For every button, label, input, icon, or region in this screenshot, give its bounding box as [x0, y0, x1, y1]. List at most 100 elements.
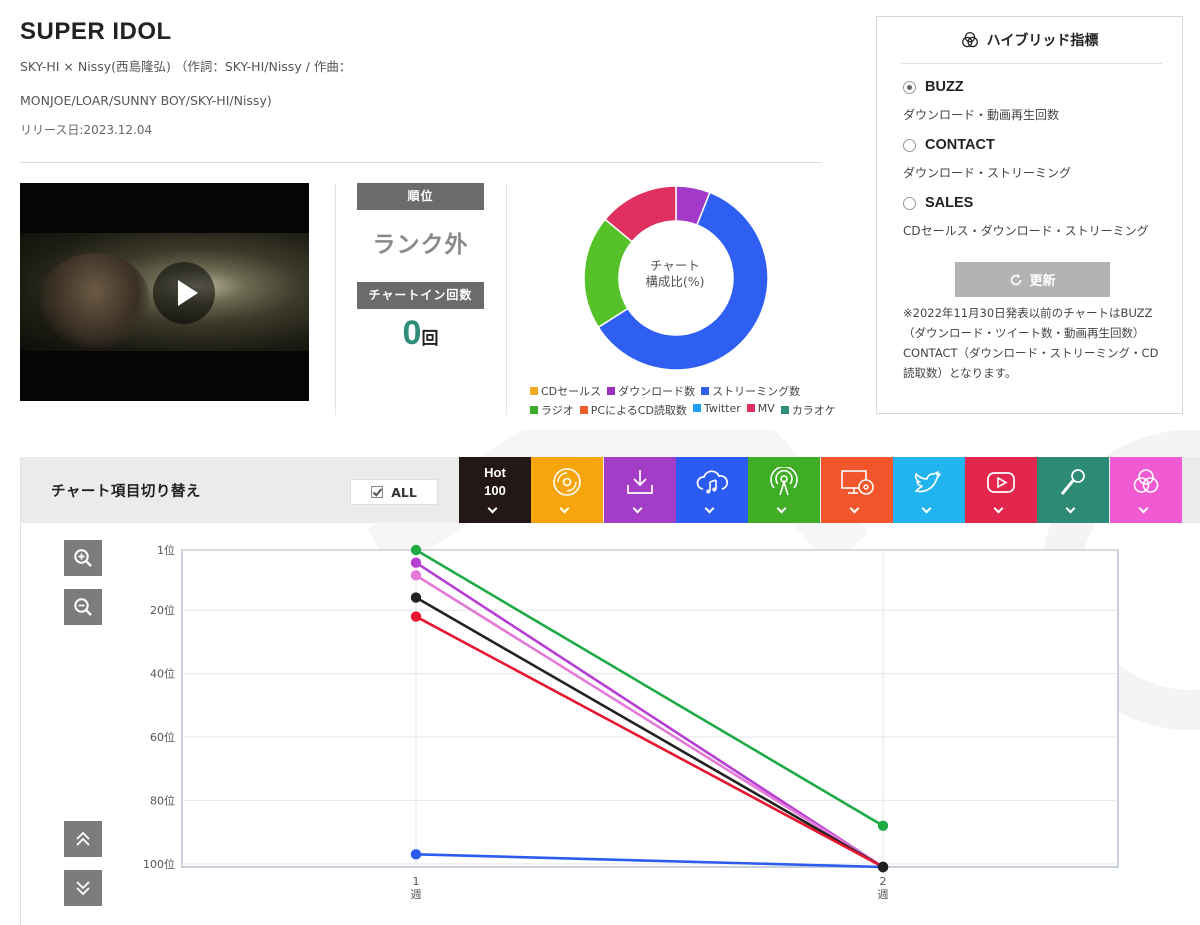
legend-swatch	[701, 387, 710, 395]
scroll-down-button[interactable]	[64, 870, 102, 906]
legend-item: Twitter	[692, 402, 741, 418]
chevron-down-icon	[776, 503, 787, 514]
microphone-icon	[1060, 469, 1085, 495]
update-button[interactable]: 更新	[955, 262, 1110, 297]
zoom-out-button[interactable]	[64, 589, 102, 625]
radio-sales-description: CDセールス・ダウンロード・ストリーミング	[903, 224, 1149, 238]
chart-tab-streaming[interactable]	[676, 457, 748, 523]
chart-in-count-unit: 回	[421, 329, 439, 349]
y-tick-label: 40位	[150, 667, 175, 681]
double-chevron-up-icon	[76, 831, 90, 846]
update-button-label: 更新	[1029, 274, 1056, 289]
radio-sales[interactable]: SALES	[903, 195, 973, 211]
series-point[interactable]	[410, 611, 422, 622]
legend-item: CDセールス	[530, 383, 601, 399]
scroll-up-button[interactable]	[64, 821, 102, 857]
radio-contact-indicator[interactable]	[903, 138, 916, 152]
chart-tab-cd[interactable]	[531, 457, 603, 523]
radio-sales-label: SALES	[925, 195, 974, 211]
radio-buzz-description: ダウンロード・動画再生回数	[903, 108, 1060, 122]
column-divider	[335, 183, 336, 415]
donut-legend-row: CDセールス ダウンロード数 ストリーミング数	[530, 383, 850, 399]
video-player[interactable]	[20, 183, 309, 401]
y-tick-label: 60位	[150, 730, 175, 744]
chevron-down-icon	[632, 503, 643, 514]
cloud-music-icon	[696, 470, 728, 494]
plot-area	[181, 549, 1119, 868]
release-date: リリース日:2023.12.04	[20, 123, 153, 137]
rank-line-chart: 1位 20位 40位 60位 80位 100位 1 週 2 週	[143, 543, 1119, 901]
chart-tab-hybrid[interactable]	[1110, 457, 1182, 523]
tab-hot100-label: Hot	[484, 465, 506, 480]
legend-item: ラジオ	[530, 402, 574, 418]
hybrid-panel-divider	[901, 63, 1162, 64]
chart-tab-hot100[interactable]: Hot 100	[459, 457, 531, 523]
series-point[interactable]	[410, 849, 422, 860]
donut-center-line2: 構成比(%)	[645, 274, 705, 289]
chevron-down-icon	[1065, 503, 1076, 514]
chevron-down-icon	[921, 503, 932, 514]
cd-icon	[553, 468, 581, 496]
legend-label: ストリーミング数	[712, 385, 801, 398]
hybrid-note: ※2022年11月30日発表以前のチャートはBUZZ（ダウンロード・ツイート数・…	[903, 306, 1159, 380]
legend-item: ダウンロード数	[607, 383, 695, 399]
artist-credits-continued: MONJOE/LOAR/SUNNY BOY/SKY-HI/Nissy)	[20, 93, 272, 108]
chevron-down-icon	[849, 503, 860, 514]
chart-tab-twitter[interactable]	[893, 457, 965, 523]
zoom-in-button[interactable]	[64, 540, 102, 576]
chart-tab-download[interactable]	[604, 457, 676, 523]
y-tick-label: 1位	[157, 543, 175, 557]
y-tick-label: 100位	[143, 857, 175, 871]
chevron-down-icon	[704, 503, 715, 514]
legend-label: Twitter	[703, 402, 741, 415]
play-button[interactable]	[153, 262, 215, 324]
hybrid-icon	[1133, 469, 1159, 493]
legend-item: MV	[746, 402, 775, 418]
pc-cd-icon	[841, 470, 874, 495]
chart-tab-karaoke[interactable]	[1037, 457, 1109, 523]
chart-in-count: 0回	[357, 314, 484, 353]
radio-buzz[interactable]: BUZZ	[903, 79, 964, 95]
checkbox-check-icon[interactable]	[371, 486, 384, 498]
donut-legend-row: ラジオ PCによるCD読取数 Twitter MV カラオケ	[530, 402, 850, 418]
chart-tab-pc-cd[interactable]	[821, 457, 893, 523]
legend-label: CDセールス	[541, 385, 602, 398]
series-point[interactable]	[410, 570, 422, 581]
series-point[interactable]	[410, 544, 422, 556]
hybrid-panel-header: ハイブリッド指標	[877, 17, 1182, 63]
series-point[interactable]	[877, 820, 889, 831]
chevron-down-icon	[1138, 503, 1149, 514]
header-divider	[20, 162, 822, 163]
radio-contact-description: ダウンロード・ストリーミング	[903, 166, 1072, 180]
legend-label: ラジオ	[541, 404, 574, 417]
radio-buzz-indicator[interactable]	[903, 80, 916, 94]
all-checkbox-label: ALL	[391, 484, 417, 500]
x-tick-label: 2週	[878, 875, 889, 901]
donut-center-line1: チャート	[650, 258, 700, 273]
rank-value: ランク外	[372, 232, 469, 258]
radio-contact[interactable]: CONTACT	[903, 137, 995, 153]
legend-swatch	[530, 406, 538, 414]
chart-tab-mv[interactable]	[965, 457, 1037, 523]
series-point[interactable]	[410, 592, 422, 603]
legend-swatch	[746, 404, 755, 412]
y-tick-label: 20位	[150, 603, 175, 617]
legend-label: カラオケ	[791, 404, 836, 417]
chevron-down-icon	[559, 503, 570, 514]
legend-item: カラオケ	[780, 402, 836, 418]
song-title: SUPER IDOL	[20, 18, 172, 45]
series-point[interactable]	[410, 557, 422, 568]
chart-tab-radio[interactable]	[748, 457, 820, 523]
all-checkbox[interactable]: ALL	[350, 479, 438, 505]
hybrid-icon	[961, 31, 978, 48]
radio-sales-indicator[interactable]	[903, 196, 916, 210]
legend-swatch	[530, 387, 538, 395]
rank-label: 順位	[357, 183, 484, 210]
hybrid-index-panel: ハイブリッド指標 BUZZ ダウンロード・動画再生回数 CONTACT ダウンロ…	[876, 16, 1183, 414]
double-chevron-down-icon	[76, 881, 90, 896]
youtube-icon	[987, 472, 1015, 493]
refresh-icon	[1011, 273, 1022, 285]
radio-buzz-label: BUZZ	[925, 79, 964, 95]
series-point[interactable]	[877, 861, 889, 873]
x-tick-label: 1週	[411, 875, 422, 901]
